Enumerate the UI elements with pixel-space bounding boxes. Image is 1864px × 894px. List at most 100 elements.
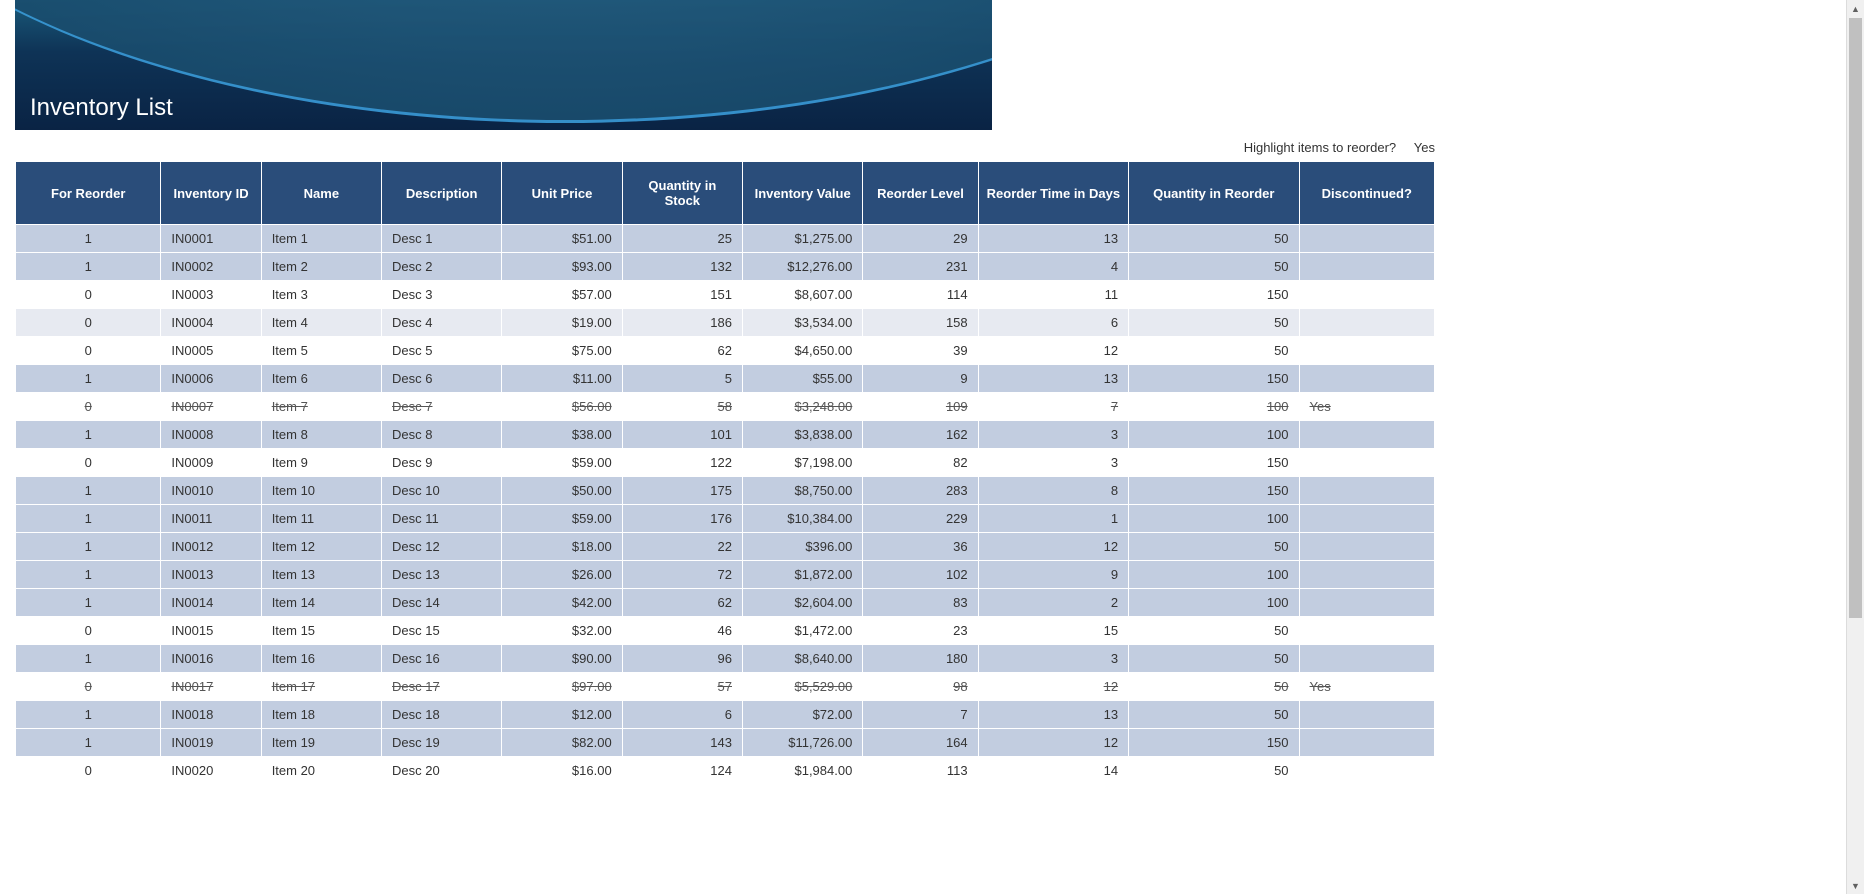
cell-rtime[interactable]: 3 [978,421,1128,449]
cell-id[interactable]: IN0020 [161,757,261,785]
cell-disc[interactable] [1299,337,1434,365]
highlight-value[interactable]: Yes [1414,140,1435,155]
cell-rtime[interactable]: 12 [978,729,1128,757]
cell-qty[interactable]: 58 [622,393,742,421]
cell-qty[interactable]: 5 [622,365,742,393]
table-row[interactable]: 1IN0016Item 16Desc 16$90.0096$8,640.0018… [16,645,1435,673]
cell-price[interactable]: $26.00 [502,561,622,589]
cell-rtime[interactable]: 14 [978,757,1128,785]
cell-name[interactable]: Item 15 [261,617,381,645]
cell-reorder[interactable]: 1 [16,645,161,673]
cell-desc[interactable]: Desc 15 [382,617,502,645]
cell-disc[interactable]: Yes [1299,393,1434,421]
cell-name[interactable]: Item 9 [261,449,381,477]
cell-reorder[interactable]: 1 [16,701,161,729]
cell-desc[interactable]: Desc 11 [382,505,502,533]
cell-rtime[interactable]: 3 [978,449,1128,477]
cell-price[interactable]: $19.00 [502,309,622,337]
cell-name[interactable]: Item 2 [261,253,381,281]
cell-price[interactable]: $57.00 [502,281,622,309]
cell-reorder[interactable]: 1 [16,421,161,449]
cell-reorder[interactable]: 0 [16,337,161,365]
cell-disc[interactable] [1299,225,1434,253]
cell-price[interactable]: $75.00 [502,337,622,365]
col-quantity-reorder[interactable]: Quantity in Reorder [1129,162,1299,225]
cell-desc[interactable]: Desc 1 [382,225,502,253]
cell-id[interactable]: IN0006 [161,365,261,393]
cell-rlvl[interactable]: 114 [863,281,978,309]
cell-disc[interactable] [1299,365,1434,393]
cell-reorder[interactable]: 1 [16,365,161,393]
cell-disc[interactable] [1299,561,1434,589]
cell-disc[interactable] [1299,729,1434,757]
cell-desc[interactable]: Desc 3 [382,281,502,309]
cell-price[interactable]: $32.00 [502,617,622,645]
cell-rtime[interactable]: 15 [978,617,1128,645]
cell-name[interactable]: Item 12 [261,533,381,561]
cell-rlvl[interactable]: 283 [863,477,978,505]
cell-rtime[interactable]: 2 [978,589,1128,617]
cell-rqty[interactable]: 100 [1129,561,1299,589]
cell-rqty[interactable]: 50 [1129,645,1299,673]
cell-qty[interactable]: 62 [622,589,742,617]
table-row[interactable]: 0IN0003Item 3Desc 3$57.00151$8,607.00114… [16,281,1435,309]
cell-id[interactable]: IN0011 [161,505,261,533]
cell-rqty[interactable]: 150 [1129,477,1299,505]
table-row[interactable]: 1IN0006Item 6Desc 6$11.005$55.00913150 [16,365,1435,393]
cell-rtime[interactable]: 12 [978,337,1128,365]
cell-desc[interactable]: Desc 17 [382,673,502,701]
cell-qty[interactable]: 176 [622,505,742,533]
cell-rqty[interactable]: 50 [1129,533,1299,561]
cell-val[interactable]: $1,472.00 [743,617,863,645]
cell-name[interactable]: Item 3 [261,281,381,309]
table-row[interactable]: 0IN0005Item 5Desc 5$75.0062$4,650.003912… [16,337,1435,365]
cell-rlvl[interactable]: 9 [863,365,978,393]
cell-rqty[interactable]: 100 [1129,393,1299,421]
table-row[interactable]: 1IN0013Item 13Desc 13$26.0072$1,872.0010… [16,561,1435,589]
cell-name[interactable]: Item 4 [261,309,381,337]
cell-desc[interactable]: Desc 9 [382,449,502,477]
cell-rlvl[interactable]: 158 [863,309,978,337]
cell-rlvl[interactable]: 29 [863,225,978,253]
cell-reorder[interactable]: 0 [16,393,161,421]
cell-rqty[interactable]: 50 [1129,757,1299,785]
cell-val[interactable]: $3,534.00 [743,309,863,337]
table-row[interactable]: 1IN0019Item 19Desc 19$82.00143$11,726.00… [16,729,1435,757]
cell-rqty[interactable]: 50 [1129,337,1299,365]
cell-rlvl[interactable]: 229 [863,505,978,533]
cell-name[interactable]: Item 10 [261,477,381,505]
cell-rtime[interactable]: 13 [978,701,1128,729]
cell-price[interactable]: $18.00 [502,533,622,561]
cell-rqty[interactable]: 50 [1129,673,1299,701]
col-unit-price[interactable]: Unit Price [502,162,622,225]
cell-qty[interactable]: 122 [622,449,742,477]
cell-desc[interactable]: Desc 13 [382,561,502,589]
cell-rqty[interactable]: 100 [1129,589,1299,617]
cell-qty[interactable]: 25 [622,225,742,253]
scroll-up-arrow-icon[interactable]: ▲ [1847,0,1864,17]
vertical-scrollbar[interactable]: ▲ ▼ [1846,0,1864,894]
cell-val[interactable]: $8,607.00 [743,281,863,309]
cell-name[interactable]: Item 6 [261,365,381,393]
cell-desc[interactable]: Desc 6 [382,365,502,393]
cell-val[interactable]: $12,276.00 [743,253,863,281]
cell-qty[interactable]: 62 [622,337,742,365]
cell-desc[interactable]: Desc 19 [382,729,502,757]
cell-desc[interactable]: Desc 16 [382,645,502,673]
cell-val[interactable]: $2,604.00 [743,589,863,617]
cell-id[interactable]: IN0002 [161,253,261,281]
cell-qty[interactable]: 132 [622,253,742,281]
cell-rtime[interactable]: 1 [978,505,1128,533]
cell-qty[interactable]: 57 [622,673,742,701]
cell-name[interactable]: Item 11 [261,505,381,533]
cell-rqty[interactable]: 150 [1129,281,1299,309]
cell-rqty[interactable]: 50 [1129,617,1299,645]
cell-name[interactable]: Item 19 [261,729,381,757]
cell-desc[interactable]: Desc 10 [382,477,502,505]
cell-reorder[interactable]: 1 [16,561,161,589]
cell-id[interactable]: IN0015 [161,617,261,645]
cell-id[interactable]: IN0001 [161,225,261,253]
cell-val[interactable]: $1,275.00 [743,225,863,253]
table-row[interactable]: 0IN0004Item 4Desc 4$19.00186$3,534.00158… [16,309,1435,337]
cell-qty[interactable]: 46 [622,617,742,645]
